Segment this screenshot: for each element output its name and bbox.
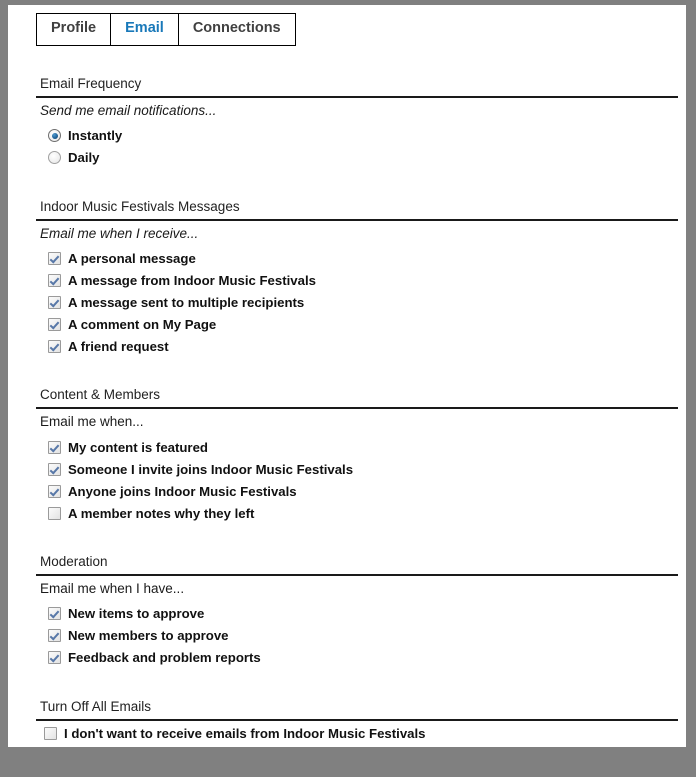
option-label: A comment on My Page [68,316,217,332]
section-email-frequency: Email Frequency Send me email notificatio… [36,76,678,169]
checkbox-option-row[interactable]: A message from Indoor Music Festivals [36,269,678,291]
checkbox-checked-icon[interactable] [48,629,61,643]
settings-tabs: Profile Email Connections [36,13,296,46]
checkbox-checked-icon[interactable] [48,651,61,665]
option-label: A message sent to multiple recipients [68,294,305,310]
section-title: Turn Off All Emails [36,699,678,721]
checkbox-option-row[interactable]: A message sent to multiple recipients [36,291,678,313]
checkbox-option-row[interactable]: A comment on My Page [36,313,678,335]
option-list: Instantly Daily [36,125,678,169]
settings-page: Profile Email Connections Email Frequency S… [8,5,686,747]
settings-sections: Email Frequency Send me email notificatio… [8,46,686,745]
section-content-members: Content & Members Email me when... My cont… [36,387,678,524]
checkbox-checked-icon[interactable] [48,295,61,309]
option-list: I don't want to receive emails from Indo… [36,723,678,745]
checkbox-option-row[interactable]: A personal message [36,247,678,269]
section-moderation: Moderation Email me when I have... New ite… [36,554,678,669]
option-label: Daily [68,150,100,166]
option-label: Feedback and problem reports [68,650,261,666]
radio-option-row[interactable]: Daily [36,147,678,169]
checkbox-option-row[interactable]: New items to approve [36,603,678,625]
tab-connections[interactable]: Connections [178,14,295,45]
section-subtitle: Send me email notifications... [40,102,217,118]
checkbox-checked-icon[interactable] [48,273,61,287]
checkbox-option-row[interactable]: Anyone joins Indoor Music Festivals [36,480,678,502]
section-title: Moderation [36,554,678,577]
radio-unselected-icon[interactable] [48,151,61,165]
radio-option-row[interactable]: Instantly [36,125,678,147]
checkbox-option-row[interactable]: Feedback and problem reports [36,647,678,669]
checkbox-option-row[interactable]: I don't want to receive emails from Indo… [36,723,678,745]
section-subtitle: Email me when I have... [40,581,185,597]
checkbox-checked-icon[interactable] [48,251,61,265]
radio-selected-icon[interactable] [48,129,61,143]
option-label: A message from Indoor Music Festivals [68,272,316,288]
checkbox-checked-icon[interactable] [48,607,61,621]
section-title: Indoor Music Festivals Messages [36,199,678,221]
section-subtitle: Email me when I receive... [40,225,199,241]
checkbox-option-row[interactable]: My content is featured [36,436,678,458]
option-label: I don't want to receive emails from Indo… [64,726,426,742]
section-indoor-music-festivals-messages: Indoor Music Festivals Messages Email me … [36,199,678,358]
option-label: Instantly [68,128,123,144]
checkbox-option-row[interactable]: Someone I invite joins Indoor Music Fest… [36,458,678,480]
option-list: My content is featured Someone I invite j… [36,436,678,524]
option-list: A personal message A message from Indoor … [36,247,678,357]
option-label: A personal message [68,250,196,266]
option-label: My content is featured [68,439,208,455]
checkbox-unchecked-icon[interactable] [48,506,61,520]
checkbox-checked-icon[interactable] [48,339,61,353]
section-subtitle: Email me when... [40,414,144,430]
option-label: New items to approve [68,606,205,622]
checkbox-option-row[interactable]: A member notes why they left [36,502,678,524]
checkbox-unchecked-icon[interactable] [44,727,57,741]
option-list: New items to approve New members to appro… [36,603,678,669]
tab-email[interactable]: Email [111,14,179,45]
option-label: A friend request [68,338,169,354]
checkbox-option-row[interactable]: New members to approve [36,625,678,647]
checkbox-checked-icon[interactable] [48,462,61,476]
section-title: Email Frequency [36,76,678,98]
option-label: New members to approve [68,628,229,644]
section-title: Content & Members [36,387,678,410]
tab-profile[interactable]: Profile [37,14,112,45]
option-label: Anyone joins Indoor Music Festivals [68,483,297,499]
checkbox-checked-icon[interactable] [48,317,61,331]
checkbox-checked-icon[interactable] [48,440,61,454]
option-label: Someone I invite joins Indoor Music Fest… [68,461,354,477]
section-turn-off-all-emails: Turn Off All Emails I don't want to recei… [36,699,678,745]
option-label: A member notes why they left [68,505,255,521]
checkbox-option-row[interactable]: A friend request [36,335,678,357]
checkbox-checked-icon[interactable] [48,484,61,498]
